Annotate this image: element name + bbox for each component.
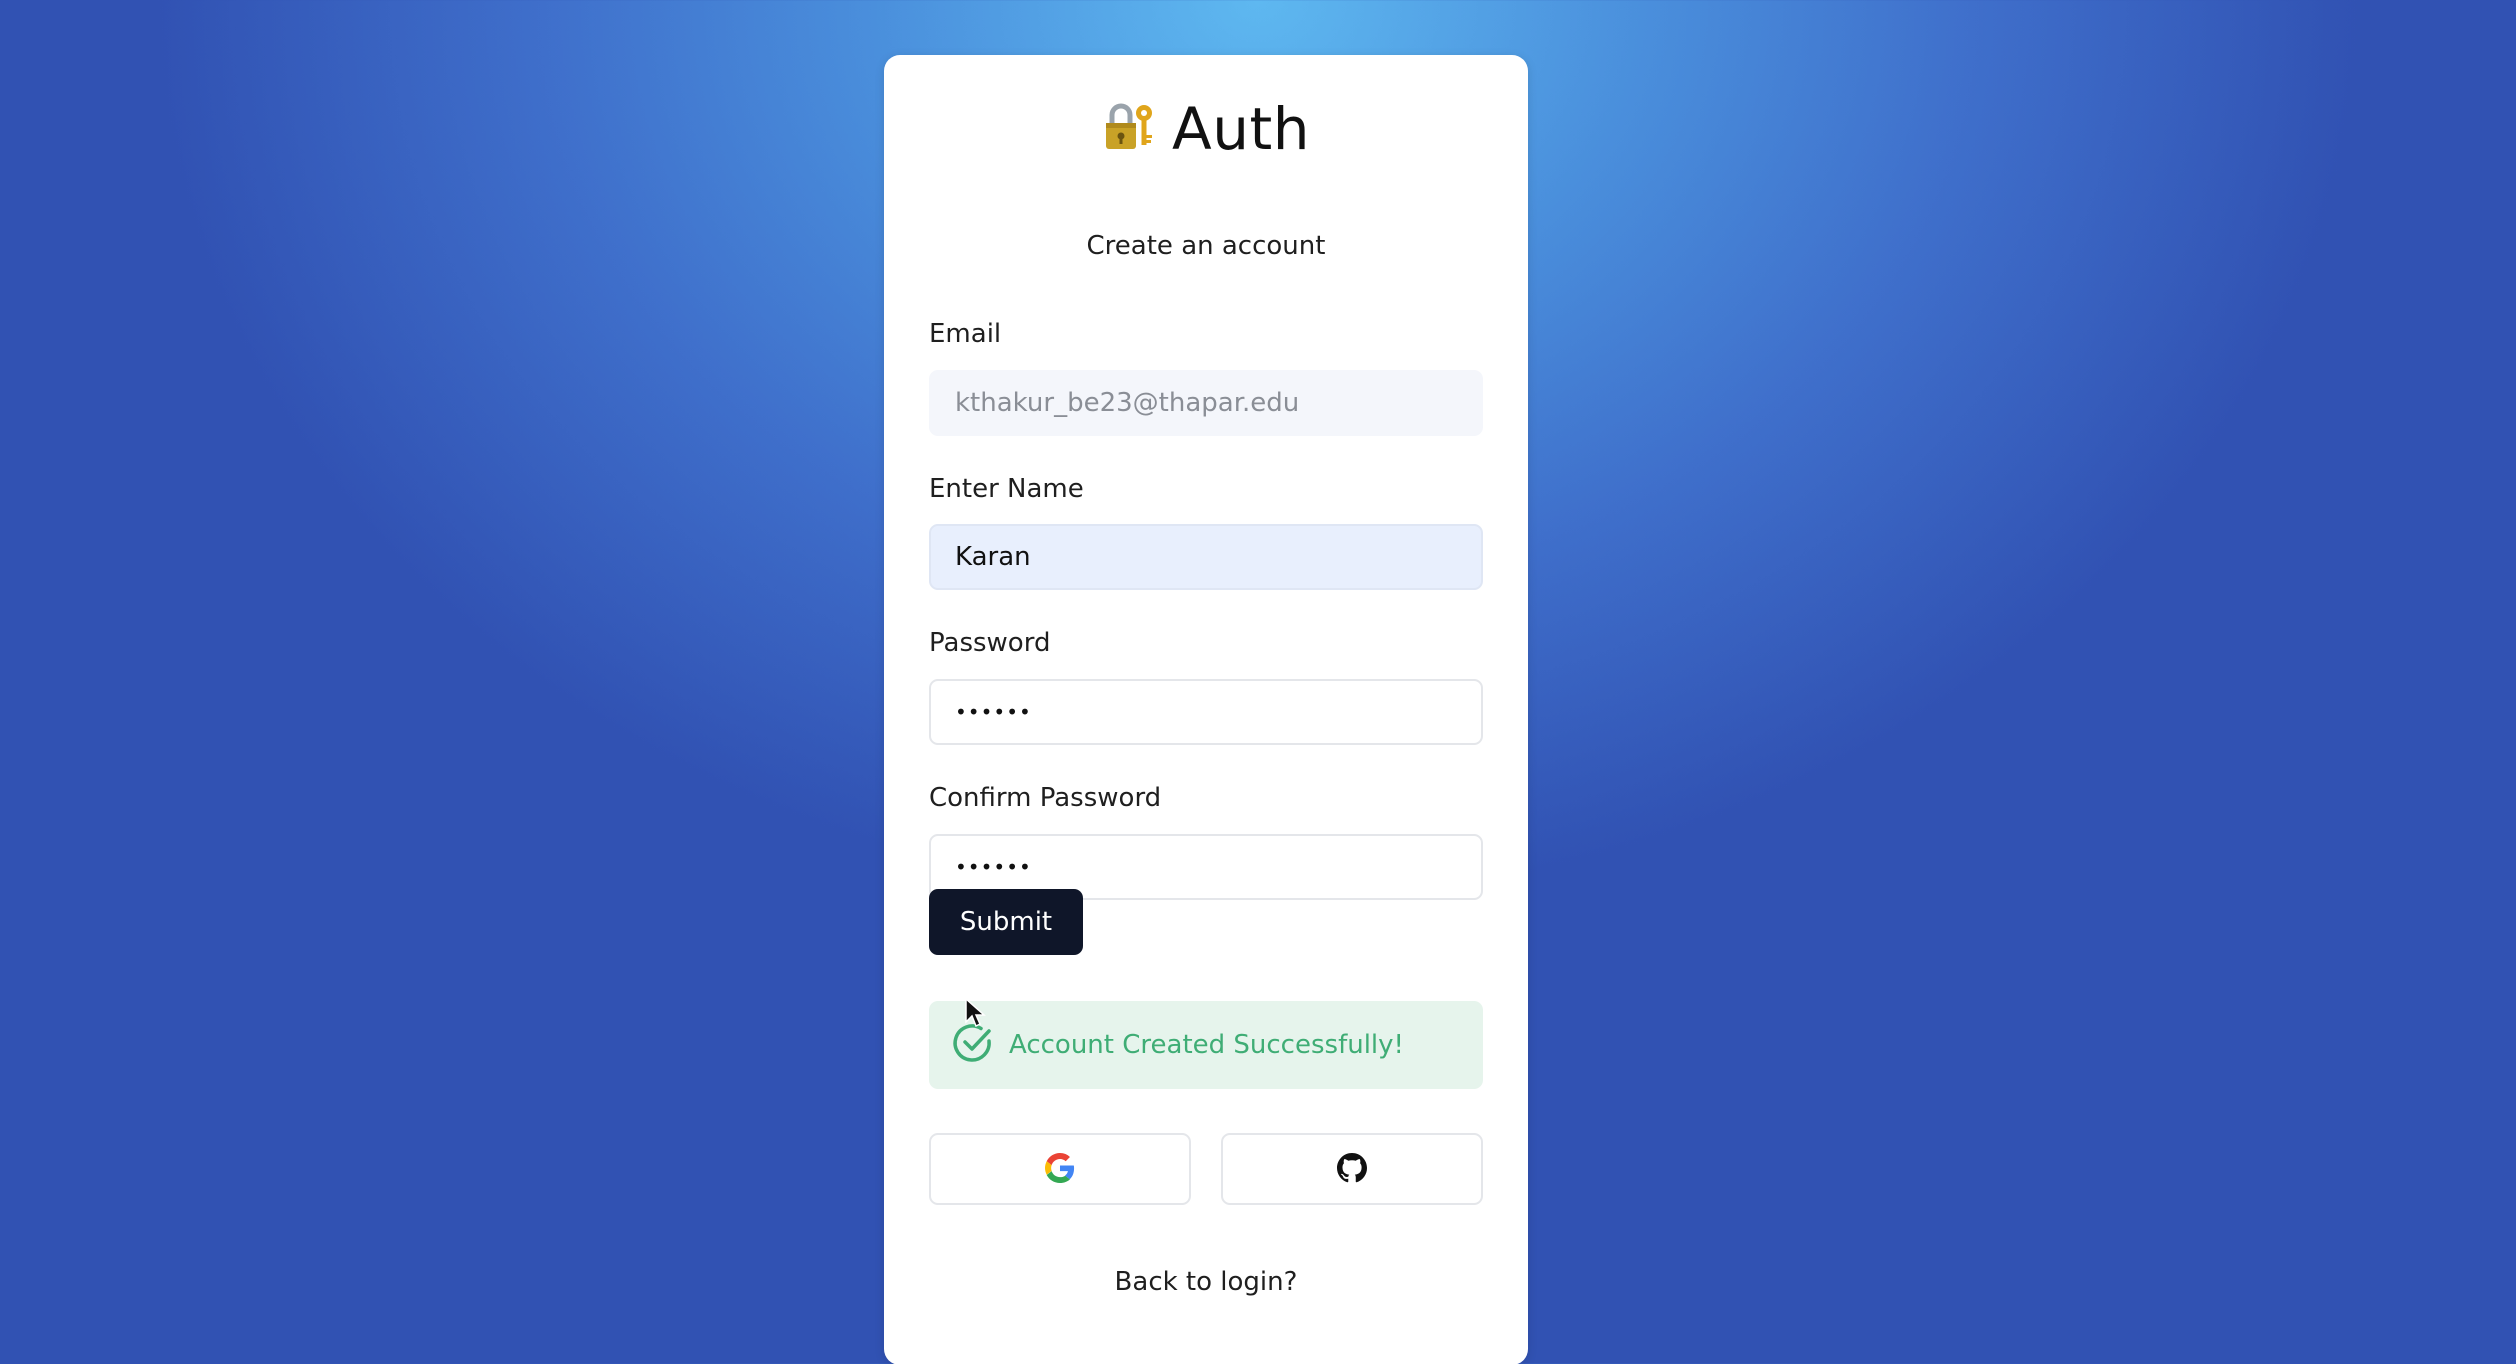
- mouse-cursor-icon: [965, 998, 986, 1028]
- github-login-button[interactable]: [1221, 1133, 1483, 1205]
- email-field[interactable]: [929, 370, 1483, 436]
- password-label: Password: [929, 628, 1051, 658]
- password-field[interactable]: [929, 679, 1483, 745]
- email-label: Email: [929, 319, 1002, 349]
- submit-button[interactable]: Submit: [929, 889, 1083, 955]
- app-title: Auth: [1172, 95, 1310, 163]
- auth-card: Auth Create an account Email Enter Name …: [884, 55, 1528, 1364]
- name-field[interactable]: [929, 524, 1483, 590]
- success-message: Account Created Successfully!: [1009, 1030, 1404, 1060]
- google-icon: [1045, 1152, 1075, 1186]
- name-label: Enter Name: [929, 474, 1084, 504]
- success-alert: Account Created Successfully!: [929, 1001, 1483, 1089]
- google-login-button[interactable]: [929, 1133, 1191, 1205]
- github-icon: [1337, 1152, 1367, 1186]
- back-to-login-link[interactable]: Back to login?: [884, 1267, 1528, 1297]
- confirm-password-label: Confirm Password: [929, 783, 1162, 813]
- lock-with-key-icon: [1102, 99, 1158, 159]
- card-header: Auth: [884, 99, 1528, 159]
- page-subtitle: Create an account: [1086, 231, 1326, 261]
